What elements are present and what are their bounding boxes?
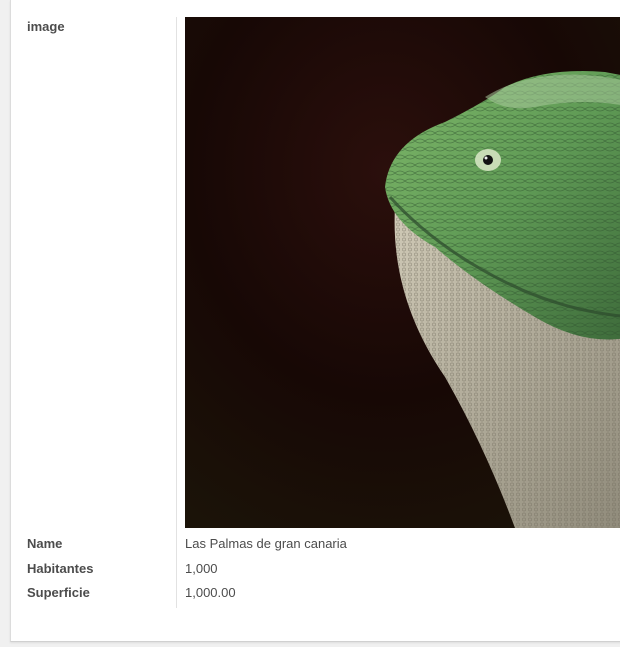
superficie-field-value[interactable]: 1,000.00 [185, 585, 236, 601]
label-column-divider [176, 17, 177, 608]
iguana-photo [185, 17, 620, 528]
name-field-label: Name [27, 536, 63, 551]
habitantes-field-label: Habitantes [27, 561, 94, 576]
name-field-value[interactable]: Las Palmas de gran canaria [185, 536, 347, 552]
habitantes-field-value[interactable]: 1,000 [185, 561, 218, 577]
record-form-sheet: image Name Las Palmas de gran canaria Ha… [10, 0, 620, 642]
image-field-value[interactable] [185, 17, 620, 528]
image-field-label: image [27, 19, 65, 34]
superficie-field-label: Superficie [27, 585, 90, 600]
